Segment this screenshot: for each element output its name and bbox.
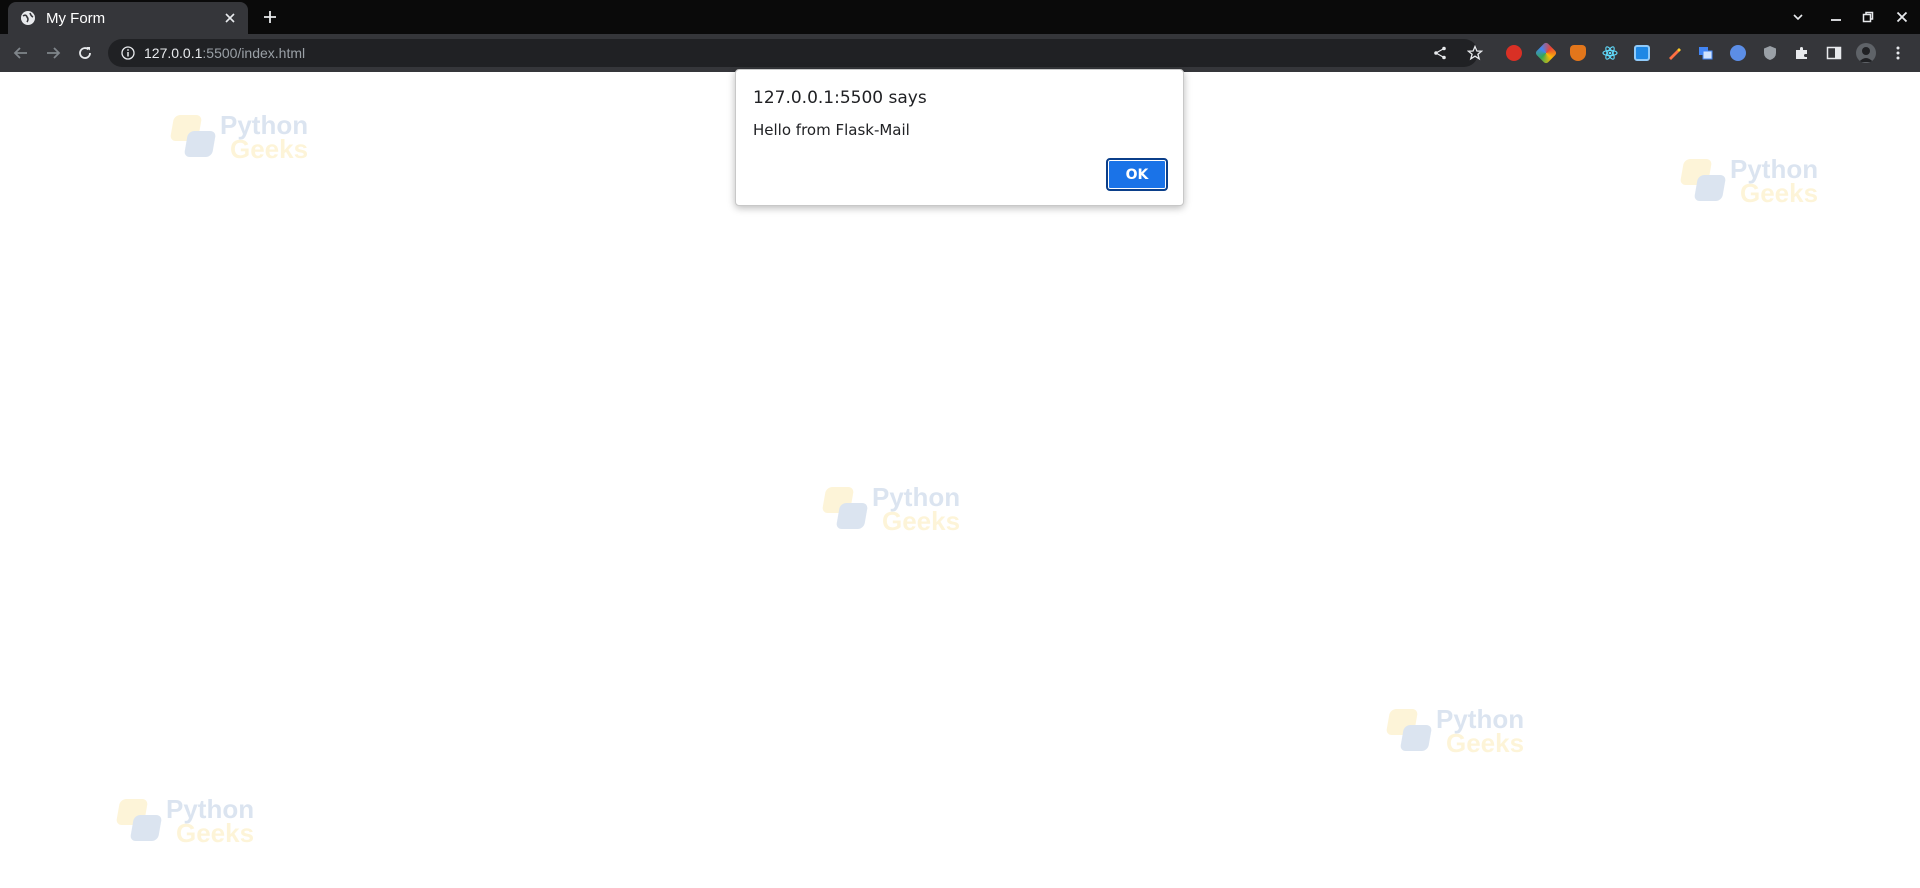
back-button[interactable] — [11, 43, 31, 63]
globe-icon — [20, 10, 36, 26]
new-tab-button[interactable] — [260, 7, 280, 27]
url-host: 127.0.0.1 — [144, 45, 203, 61]
python-geeks-logo — [1385, 709, 1434, 753]
side-panel-icon[interactable] — [1824, 43, 1844, 63]
dialog-title: 127.0.0.1:5500 says — [753, 88, 927, 108]
shield-extension-icon[interactable] — [1760, 43, 1780, 63]
tab-my-form[interactable]: My Form — [8, 2, 248, 34]
tab-title: My Form — [46, 9, 106, 27]
info-icon[interactable] — [120, 45, 136, 61]
avatar[interactable] — [1856, 43, 1876, 63]
minimize-icon[interactable] — [1826, 7, 1846, 27]
python-geeks-watermark: Python Geeks — [1385, 706, 1526, 756]
tab-search-icon[interactable] — [1788, 7, 1808, 27]
kebab-menu-icon[interactable] — [1888, 43, 1908, 63]
puzzle-icon[interactable] — [1792, 43, 1812, 63]
python-geeks-watermark: Python Geeks — [821, 484, 962, 534]
tab-strip: My Form — [0, 0, 1920, 34]
arrow-left-icon — [13, 47, 27, 59]
restore-icon[interactable] — [1858, 7, 1878, 27]
python-geeks-logo — [821, 487, 870, 531]
ok-button[interactable]: OK — [1106, 158, 1168, 191]
python-geeks-logo — [169, 115, 218, 159]
star-icon[interactable] — [1465, 43, 1485, 63]
reload-icon — [79, 47, 91, 59]
tabs-extension-icon[interactable] — [1696, 43, 1716, 63]
arrow-right-icon — [47, 47, 61, 59]
url-path: :5500/index.html — [202, 45, 306, 61]
close-window-icon[interactable] — [1892, 7, 1912, 27]
python-geeks-watermark: Python Geeks — [1679, 156, 1820, 206]
alert-dialog: 127.0.0.1:5500 says Hello from Flask-Mai… — [735, 69, 1184, 206]
plus-icon — [264, 11, 276, 23]
dialog-message: Hello from Flask-Mail — [753, 121, 910, 139]
python-geeks-watermark: Python Geeks — [115, 796, 256, 846]
address-bar[interactable]: 127.0.0.1:5500/index.html — [108, 39, 1478, 67]
screenshot-extension-icon[interactable] — [1634, 45, 1650, 61]
pen-extension-icon[interactable] — [1664, 43, 1684, 63]
red-extension-icon[interactable] — [1506, 45, 1522, 61]
forward-button[interactable] — [43, 43, 63, 63]
python-geeks-logo — [115, 799, 164, 843]
cursor-extension-icon[interactable] — [1730, 45, 1746, 61]
reload-button[interactable] — [75, 43, 95, 63]
python-geeks-logo — [1679, 159, 1728, 203]
close-icon[interactable] — [222, 10, 238, 26]
metamask-extension-icon[interactable] — [1570, 45, 1586, 61]
react-devtools-extension-icon[interactable] — [1600, 43, 1620, 63]
browser-toolbar: 127.0.0.1:5500/index.html — [0, 34, 1920, 72]
python-geeks-watermark: Python Geeks — [169, 112, 310, 162]
share-icon[interactable] — [1432, 45, 1448, 61]
